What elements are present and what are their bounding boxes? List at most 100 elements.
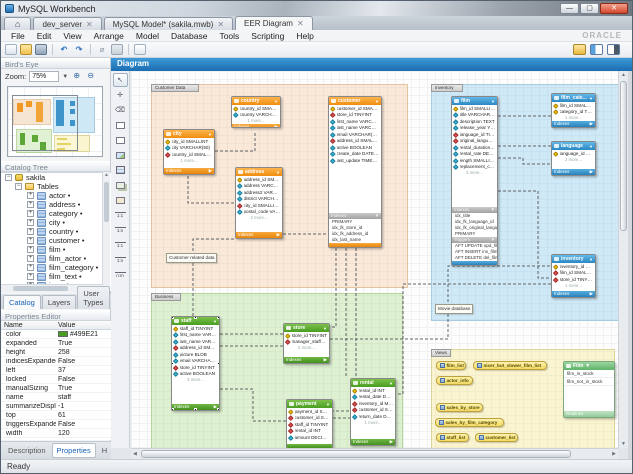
table-film_category[interactable]: film_cate...▼film_id SMALLINTcategory_id… [551,93,596,128]
view-nicer_but_slower_film_list[interactable]: nicer_but_slower_film_list [473,361,547,370]
collapse-icon[interactable]: ▼ [323,326,327,331]
table-header[interactable]: inventory▼ [552,255,595,263]
collapse-icon[interactable]: ▼ [389,381,393,386]
catalog-tree-vscrollbar[interactable]: ▲▼ [102,172,110,291]
note-customer-note[interactable]: Customer related data [166,253,217,263]
tab-close-icon[interactable]: ✕ [86,20,93,29]
document-tab-2[interactable]: MySQL Model* (sakila.mwb)✕ [104,17,233,30]
selection-handle[interactable] [171,408,174,412]
table-header[interactable]: payment▼ [287,400,332,408]
tree-item-country[interactable]: +country • [1,227,111,236]
tree-expander-icon[interactable]: + [27,237,34,244]
view-sales_by_film_category[interactable]: sales_by_film_category [435,418,504,427]
view-film_list[interactable]: film_list [436,361,466,370]
table-store[interactable]: store▼store_id TINYINTmanager_staff_id .… [283,323,330,364]
grid-icon[interactable] [111,44,123,55]
panel-tab-catalog[interactable]: Catalog [3,295,41,309]
tab-close-icon[interactable]: ✕ [217,20,224,29]
table-footer[interactable]: Indexes▶ [552,291,595,297]
tool-pointer[interactable]: ↖ [113,73,128,87]
property-row-height[interactable]: height258 [1,348,111,357]
table-language[interactable]: language▼language_id TINY...2 more...Ind… [551,141,596,176]
minimap-viewport[interactable] [12,95,78,151]
diagram-canvas[interactable]: Customer DataInventoryBusinessViewscount… [131,71,618,448]
table-city[interactable]: city▼city_id SMALLINTcity VARCHAR(50)cou… [163,129,215,175]
menu-arrange[interactable]: Arrange [88,31,130,41]
collapse-icon[interactable]: ▼ [276,170,280,175]
new-window-icon[interactable] [134,44,146,55]
collapse-icon[interactable]: ▼ [589,144,593,149]
table-rental[interactable]: rental▼rental_id INTrental_date DATE...i… [350,378,396,446]
menu-file[interactable]: File [5,31,31,41]
redo-icon[interactable]: ↷ [73,44,85,55]
toggle-right-panel-icon[interactable] [607,44,620,55]
table-footer[interactable]: Indexes▶ [351,439,395,445]
table-footer[interactable]: Indexes▶ [232,124,280,129]
birdseye-minimap[interactable] [7,86,103,157]
table-film[interactable]: film▼film_id SMALLINTtitle VARCHAR(255)d… [451,96,498,266]
table-header[interactable]: country▼ [232,97,280,105]
selection-handle[interactable] [217,316,221,319]
table-inventory[interactable]: inventory▼inventory_id MEDI...film_id SM… [551,254,596,298]
property-row-triggersExpanded[interactable]: triggersExpandedFalse [1,420,111,429]
property-row-expanded[interactable]: expandedTrue [1,339,111,348]
tool-note[interactable] [113,133,128,147]
maximize-button[interactable]: ▢ [580,3,599,14]
view-actor_info[interactable]: actor_info [436,376,473,385]
save-model-icon[interactable] [35,44,47,55]
collapse-icon[interactable]: ▼ [213,319,217,324]
tree-expander-icon[interactable]: + [27,192,34,199]
routine-item[interactable]: film_not_in_stock [564,378,614,386]
property-row-indicesExpanded[interactable]: indicesExpandedFalse [1,357,111,366]
table-header[interactable]: store▼ [284,324,329,332]
tool-eraser[interactable]: ⌫ [113,103,128,117]
tree-expander-icon[interactable]: + [27,228,34,235]
diagram-tab-header[interactable]: Diagram [111,58,633,71]
minimize-button[interactable]: — [560,3,579,14]
collapse-icon[interactable]: ▼ [326,402,330,407]
view-customer_list[interactable]: customer_list [475,433,518,442]
tool-image[interactable] [113,148,128,162]
tree-expander-icon[interactable]: + [27,210,34,217]
tree-item-film_text[interactable]: +film_text • [1,272,111,281]
menu-database[interactable]: Database [165,31,213,41]
table-header[interactable]: film▼ [452,97,497,105]
property-row-summarizeDisplay[interactable]: summarizeDisplay-1 [1,402,111,411]
zoom-value-input[interactable]: 75% [29,71,59,82]
table-footer[interactable]: Indexes▶ [164,168,214,174]
selection-handle[interactable] [171,362,174,366]
tree-expander-icon[interactable]: + [27,246,34,253]
tree-expander-icon[interactable]: − [5,174,12,181]
collapse-icon[interactable]: ▼ [375,99,379,104]
document-tab-1[interactable]: dev_server✕ [33,17,101,30]
tool-rel-1-1-id[interactable]: 1:1 [113,238,128,252]
collapse-icon[interactable]: ▼ [491,99,495,104]
menu-view[interactable]: View [57,31,87,41]
routine-group-header[interactable]: Film▼ [564,362,614,370]
tree-item-schema[interactable]: −sakila [1,173,111,182]
tool-layer[interactable] [113,118,128,132]
selection-handle[interactable] [171,316,174,319]
open-model-icon[interactable] [20,44,32,55]
tree-item-city[interactable]: +city • [1,218,111,227]
table-payment[interactable]: payment▼payment_id SMAL...customer_id SM… [286,399,333,448]
tool-table[interactable] [113,163,128,177]
tool-rel-n-m[interactable]: n:m [113,268,128,282]
table-header[interactable]: rental▼ [351,379,395,387]
property-row-manualSizing[interactable]: manualSizingTrue [1,384,111,393]
tree-item-customer[interactable]: +customer • [1,236,111,245]
table-footer[interactable]: Indexes▶ [284,357,329,363]
tree-expander-icon[interactable]: + [27,255,34,262]
bottom-tab-h[interactable]: H [98,444,111,457]
table-header[interactable]: address▼ [236,168,282,176]
table-country[interactable]: country▼country_id SMALLINTcountry VARCH… [231,96,281,128]
note-movie-note[interactable]: Movie database [435,304,473,314]
property-row-top[interactable]: top61 [1,411,111,420]
tree-item-actor[interactable]: +actor • [1,191,111,200]
collapse-icon[interactable]: ▼ [274,99,278,104]
menu-edit[interactable]: Edit [31,31,58,41]
tool-rel-1-n-id[interactable]: 1:n [113,253,128,267]
close-button[interactable]: ✕ [600,3,628,14]
tree-item-film[interactable]: +film • [1,245,111,254]
menu-model[interactable]: Model [130,31,165,41]
